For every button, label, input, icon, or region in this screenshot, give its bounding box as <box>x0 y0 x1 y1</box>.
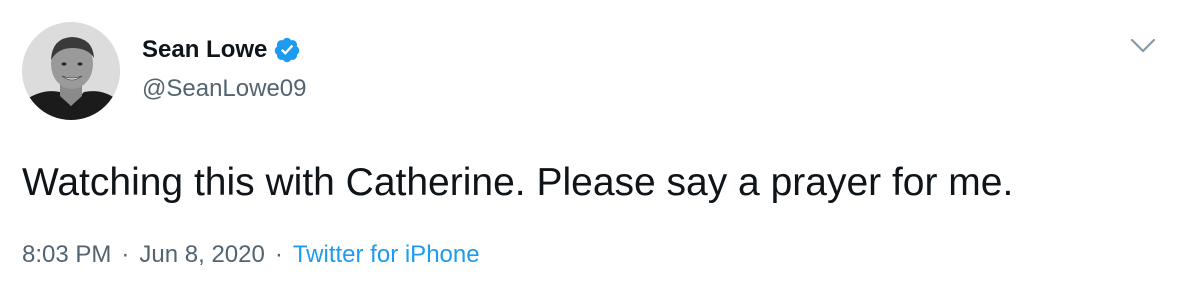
meta-separator: · <box>274 241 283 268</box>
tweet-text: Watching this with Catherine. Please say… <box>22 161 1014 204</box>
meta-separator: · <box>121 241 130 268</box>
tweet-date[interactable]: Jun 8, 2020 <box>139 241 264 268</box>
author-handle[interactable]: @SeanLowe09 <box>142 72 306 106</box>
tweet-source-link[interactable]: Twitter for iPhone <box>293 241 480 268</box>
tweet-meta: 8:03 PM · Jun 8, 2020 · Twitter for iPhone <box>22 238 480 272</box>
chevron-down-icon[interactable] <box>1128 32 1158 58</box>
avatar[interactable] <box>22 22 120 120</box>
tweet-card: Sean Lowe @SeanLowe09 Watching this with… <box>0 0 1184 290</box>
author-name-row: Sean Lowe <box>142 32 301 68</box>
author-display-name[interactable]: Sean Lowe <box>142 32 267 68</box>
tweet-time[interactable]: 8:03 PM <box>22 241 111 268</box>
verified-badge-icon <box>273 36 301 64</box>
profile-photo-icon <box>22 22 120 120</box>
